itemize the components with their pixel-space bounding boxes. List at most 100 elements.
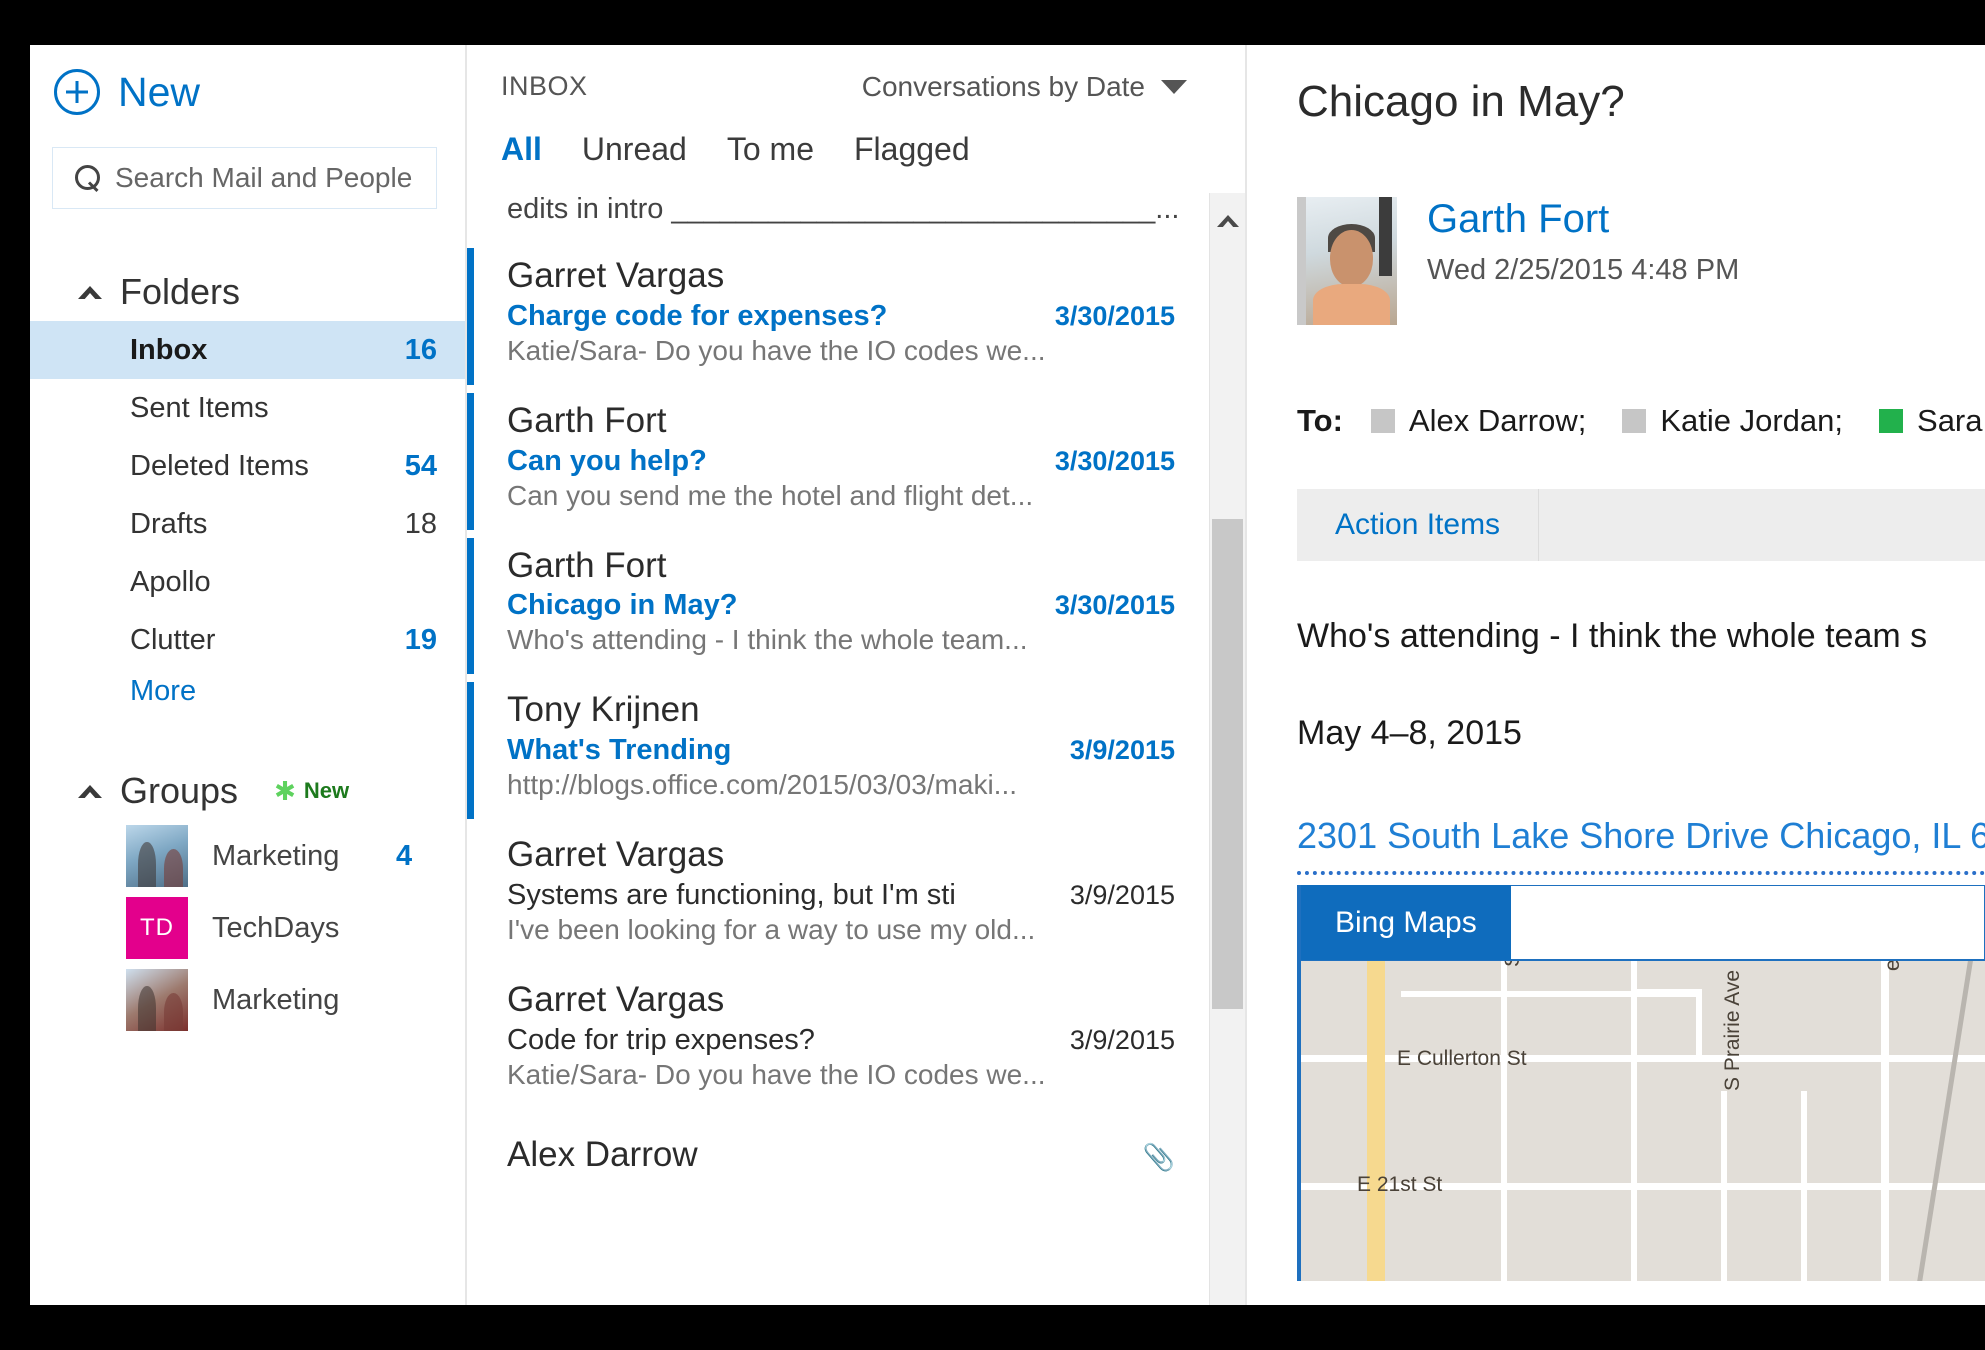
presence-icon xyxy=(1879,409,1903,433)
list-item[interactable]: Garret Vargas Charge code for expenses? … xyxy=(467,244,1245,389)
sidebar-item-drafts[interactable]: Drafts 18 xyxy=(30,495,465,553)
sidebar-item-group-marketing-1[interactable]: Marketing 4 xyxy=(30,820,465,892)
recipient-name[interactable]: Katie Jordan; xyxy=(1660,403,1843,439)
tab-flagged[interactable]: Flagged xyxy=(854,131,970,168)
message-sender: Garret Vargas xyxy=(507,833,1175,877)
message-subject: Code for trip expenses? xyxy=(507,1024,815,1057)
list-item[interactable]: Alex Darrow 📎 xyxy=(467,1113,1245,1239)
sidebar-item-sent-items[interactable]: Sent Items xyxy=(30,379,465,437)
sidebar-item-deleted-items[interactable]: Deleted Items 54 xyxy=(30,437,465,495)
group-label: TechDays xyxy=(212,912,372,945)
folders-section-header[interactable]: Folders xyxy=(30,263,465,321)
presence-icon xyxy=(1622,409,1646,433)
sidebar-item-inbox[interactable]: Inbox 16 xyxy=(30,321,465,379)
message-sender: Garth Fort xyxy=(507,399,1175,443)
message-subject: What's Trending xyxy=(507,734,731,767)
message-list-scroll-area[interactable]: edits in intro _________________________… xyxy=(467,193,1245,1305)
folder-count: 18 xyxy=(405,508,437,541)
folder-count: 54 xyxy=(405,450,437,483)
message-preview: I've been looking for a way to use my ol… xyxy=(507,914,1175,946)
new-button-label: New xyxy=(118,72,200,113)
message-sender: Alex Darrow xyxy=(507,1133,698,1177)
sidebar: New Search Mail and People Folders Inbox… xyxy=(30,45,465,1305)
search-placeholder: Search Mail and People xyxy=(115,162,412,194)
groups-new-badge[interactable]: ✱ New xyxy=(274,778,349,804)
groups-section-header[interactable]: Groups ✱ New xyxy=(30,762,465,820)
search-input[interactable]: Search Mail and People xyxy=(52,147,437,209)
group-label: Marketing xyxy=(212,984,372,1017)
message-date: 3/30/2015 xyxy=(1055,590,1175,621)
chevron-up-icon xyxy=(78,785,102,798)
sender-name[interactable]: Garth Fort xyxy=(1427,197,1739,242)
sort-dropdown[interactable]: Conversations by Date xyxy=(862,71,1215,103)
map-label: E 21st St xyxy=(1357,1173,1442,1197)
list-item[interactable]: Tony Krijnen What's Trending 3/9/2015 ht… xyxy=(467,678,1245,823)
folder-label: Apollo xyxy=(130,566,437,599)
recipient-name[interactable]: Sara Davis; xyxy=(1917,403,1985,439)
tab-action-items[interactable]: Action Items xyxy=(1297,489,1539,561)
list-item[interactable]: Garth Fort Chicago in May? 3/30/2015 Who… xyxy=(467,534,1245,679)
chevron-down-icon xyxy=(1161,80,1187,94)
list-item[interactable]: Garth Fort Can you help? 3/30/2015 Can y… xyxy=(467,389,1245,534)
list-item[interactable]: Garret Vargas Code for trip expenses? 3/… xyxy=(467,968,1245,1113)
scrollbar-thumb[interactable] xyxy=(1212,519,1243,1009)
scroll-up-button[interactable] xyxy=(1210,193,1245,249)
chevron-up-icon xyxy=(1217,215,1239,227)
message-list-header: INBOX Conversations by Date xyxy=(467,45,1245,103)
unread-indicator xyxy=(467,393,474,530)
message-date: 3/9/2015 xyxy=(1070,735,1175,766)
message-date: 3/30/2015 xyxy=(1055,446,1175,477)
map-label: S Indi xyxy=(1501,961,1525,967)
map-label: E Cullerton St xyxy=(1397,1047,1527,1071)
reading-pane: Chicago in May? Garth Fort Wed 2/25/2015… xyxy=(1245,45,1985,1305)
bing-maps-card: Bing Maps xyxy=(1297,871,1985,1281)
message-preview: Who's attending - I think the whole team… xyxy=(507,624,1175,656)
folder-count: 16 xyxy=(405,334,437,367)
message-subject: Charge code for expenses? xyxy=(507,300,887,333)
folder-count: 19 xyxy=(405,624,437,657)
tab-to-me[interactable]: To me xyxy=(727,131,814,168)
sort-label: Conversations by Date xyxy=(862,71,1145,103)
folders-section-title: Folders xyxy=(120,271,240,313)
message-sender: Tony Krijnen xyxy=(507,688,1175,732)
sidebar-item-clutter[interactable]: Clutter 19 xyxy=(30,611,465,669)
message-subject: Can you help? xyxy=(507,445,707,478)
sender-block: Garth Fort Wed 2/25/2015 4:48 PM xyxy=(1297,197,1985,325)
tab-unread[interactable]: Unread xyxy=(582,131,687,168)
sidebar-item-apollo[interactable]: Apollo xyxy=(30,553,465,611)
chevron-up-icon xyxy=(78,286,102,299)
list-item-partial[interactable]: edits in intro _________________________… xyxy=(467,193,1245,244)
more-folders-link[interactable]: More xyxy=(30,669,465,708)
message-subject: Systems are functioning, but I'm sti xyxy=(507,879,956,912)
message-sender: Garret Vargas xyxy=(507,254,1175,298)
recipient-name[interactable]: Alex Darrow; xyxy=(1409,403,1586,439)
message-date: 3/30/2015 xyxy=(1055,301,1175,332)
search-icon xyxy=(75,165,101,191)
message-sender: Garret Vargas xyxy=(507,978,1175,1022)
sidebar-item-group-marketing-2[interactable]: Marketing xyxy=(30,964,465,1036)
filter-tabs: All Unread To me Flagged xyxy=(467,103,1245,182)
map-label: S Prairie Ave xyxy=(1721,970,1745,1091)
map-view[interactable]: S Michig S Indi E Cullerton St et Ave Dr… xyxy=(1301,961,1985,1281)
unread-indicator xyxy=(467,538,474,675)
groups-section-title: Groups xyxy=(120,770,238,812)
sidebar-item-group-techdays[interactable]: TD TechDays xyxy=(30,892,465,964)
paperclip-icon: 📎 xyxy=(1143,1142,1175,1173)
message-list-scrollbar[interactable] xyxy=(1209,193,1245,1305)
list-item[interactable]: Garret Vargas Systems are functioning, b… xyxy=(467,823,1245,968)
folder-label: Inbox xyxy=(130,334,405,367)
tab-all[interactable]: All xyxy=(501,131,542,168)
plus-circle-icon xyxy=(54,69,100,115)
bing-maps-tab[interactable]: Bing Maps xyxy=(1301,885,1511,960)
message-preview: Can you send me the hotel and flight det… xyxy=(507,480,1175,512)
message-timestamp: Wed 2/25/2015 4:48 PM xyxy=(1427,254,1739,287)
new-button[interactable]: New xyxy=(30,55,465,129)
maps-header-blank xyxy=(1511,885,1985,960)
body-text-line-1: Who's attending - I think the whole team… xyxy=(1297,617,1985,656)
message-sender: Garth Fort xyxy=(507,544,1175,588)
to-label: To: xyxy=(1297,403,1343,439)
message-subject: Chicago in May? xyxy=(507,589,737,622)
map-label: et Ave xyxy=(1881,961,1905,971)
folder-label: Drafts xyxy=(130,508,405,541)
address-link[interactable]: 2301 South Lake Shore Drive Chicago, IL … xyxy=(1297,815,1985,857)
